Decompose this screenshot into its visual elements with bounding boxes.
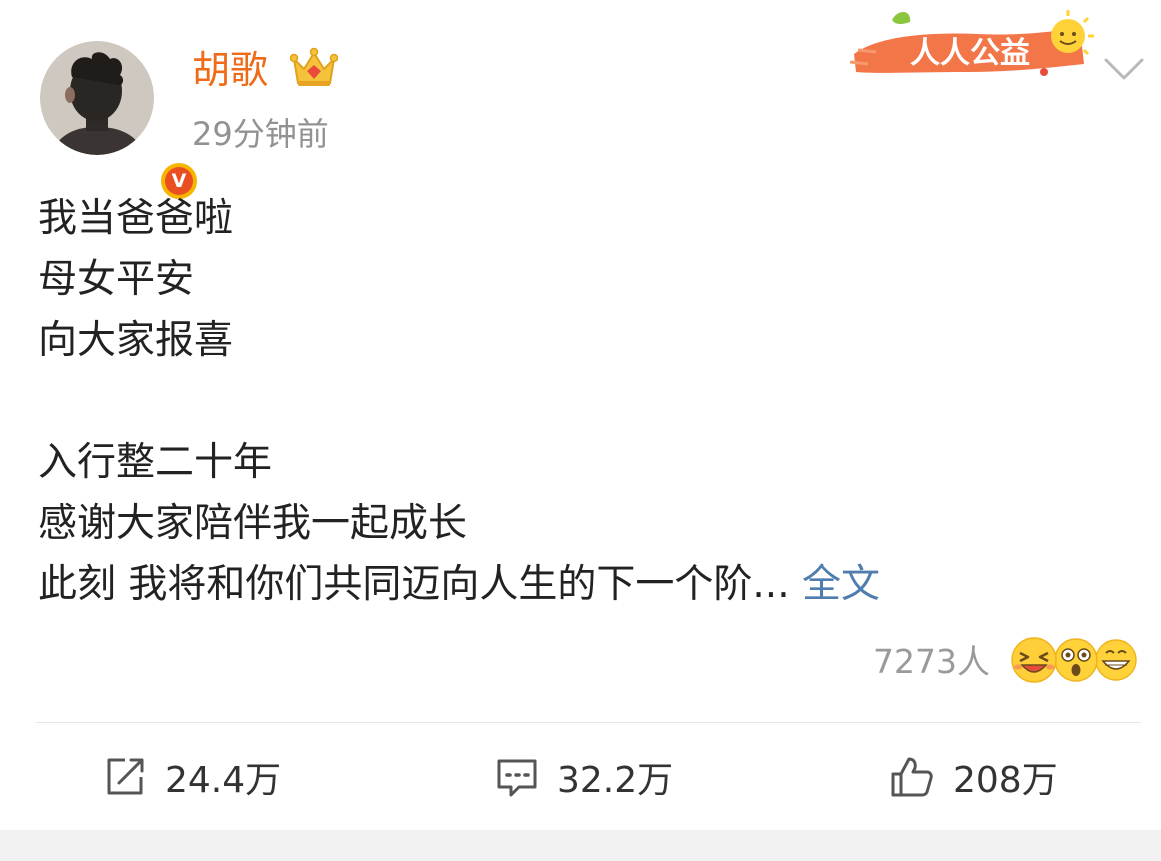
- laugh-emoji-icon: [1011, 637, 1057, 683]
- comment-button[interactable]: 32.2万: [495, 752, 673, 802]
- grin-emoji-icon: [1095, 639, 1137, 681]
- avatar-image: [40, 41, 154, 155]
- username[interactable]: 胡歌: [192, 46, 268, 94]
- content-line: 感谢大家陪伴我一起成长: [38, 501, 468, 546]
- chevron-down-icon[interactable]: [1103, 54, 1145, 84]
- crown-icon[interactable]: [290, 47, 338, 91]
- bottom-separator: [0, 830, 1161, 861]
- post-time: 29分钟前: [192, 115, 329, 153]
- shock-emoji-icon: [1054, 638, 1098, 682]
- avatar[interactable]: V: [40, 41, 200, 202]
- content-truncated-text: 此刻 我将和你们共同迈向人生的下一个阶...: [38, 562, 790, 607]
- like-button[interactable]: 208万: [889, 752, 1058, 802]
- content-line: 我当爸爸啦: [38, 196, 234, 241]
- divider: [36, 722, 1141, 723]
- post-content: 我当爸爸啦 母女平安 向大家报喜 入行整二十年 感谢大家陪伴我一起成长 此刻 我…: [38, 188, 880, 615]
- comment-count: 32.2万: [557, 760, 674, 801]
- content-line: 母女平安: [38, 257, 195, 302]
- charity-badge[interactable]: 人人公益: [848, 6, 1098, 82]
- repost-button[interactable]: 24.4万: [103, 752, 281, 802]
- content-line: 入行整二十年: [38, 440, 273, 485]
- content-last-line: 此刻 我将和你们共同迈向人生的下一个阶... 全文: [38, 554, 880, 615]
- reaction-count[interactable]: 7273人: [873, 640, 990, 684]
- content-line: 向大家报喜: [38, 318, 234, 363]
- repost-count: 24.4万: [165, 760, 282, 801]
- charity-label: 人人公益: [910, 37, 1030, 70]
- comment-icon: [497, 759, 537, 797]
- repost-icon: [107, 758, 144, 795]
- full-text-link[interactable]: 全文: [802, 562, 880, 607]
- like-icon: [891, 757, 933, 797]
- reaction-emojis[interactable]: [1010, 635, 1140, 685]
- like-count: 208万: [953, 760, 1058, 801]
- content-line-blank: [38, 371, 880, 432]
